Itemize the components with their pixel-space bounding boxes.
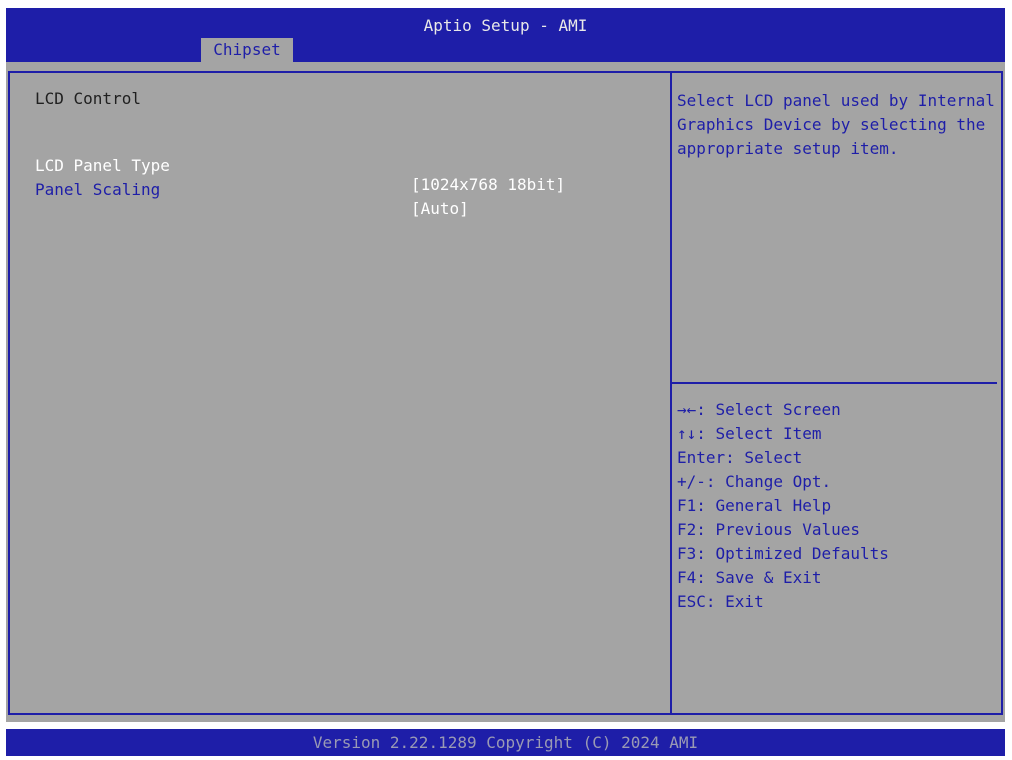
key-hint-exit: ESC: Exit: [677, 592, 764, 611]
settings-panel: LCD Control LCD Panel Type [1024x768 18b…: [8, 71, 672, 715]
key-hint-previous-values: F2: Previous Values: [677, 520, 861, 539]
title-bar: Aptio Setup - AMI Chipset: [6, 8, 1005, 62]
key-hint-change-opt: +/-: Change Opt.: [677, 472, 832, 491]
key-legend: →←: Select Screen ↑↓: Select Item Enter:…: [677, 398, 995, 614]
setting-label: Panel Scaling: [35, 180, 161, 199]
key-hint-general-help: F1: General Help: [677, 496, 832, 515]
help-divider: [672, 382, 997, 384]
key-hint-select-screen: →←: Select Screen: [677, 400, 841, 419]
key-hint-enter: Enter: Select: [677, 448, 803, 467]
version-footer: Version 2.22.1289 Copyright (C) 2024 AMI: [6, 729, 1005, 756]
setting-value[interactable]: [Auto]: [411, 199, 469, 218]
setting-panel-scaling[interactable]: Panel Scaling [Auto]: [35, 161, 655, 218]
setting-lcd-panel-type[interactable]: LCD Panel Type [1024x768 18bit]: [35, 137, 655, 194]
section-title: LCD Control: [35, 89, 141, 108]
app-title: Aptio Setup - AMI: [423, 16, 588, 35]
main-area: LCD Control LCD Panel Type [1024x768 18b…: [6, 62, 1005, 722]
key-hint-save-exit: F4: Save & Exit: [677, 568, 822, 587]
key-hint-optimized-defaults: F3: Optimized Defaults: [677, 544, 889, 563]
help-description: Select LCD panel used by Internal Graphi…: [677, 91, 1005, 158]
key-hint-select-item: ↑↓: Select Item: [677, 424, 822, 443]
help-panel: Select LCD panel used by Internal Graphi…: [672, 71, 1003, 715]
tab-chipset[interactable]: Chipset: [201, 38, 293, 62]
